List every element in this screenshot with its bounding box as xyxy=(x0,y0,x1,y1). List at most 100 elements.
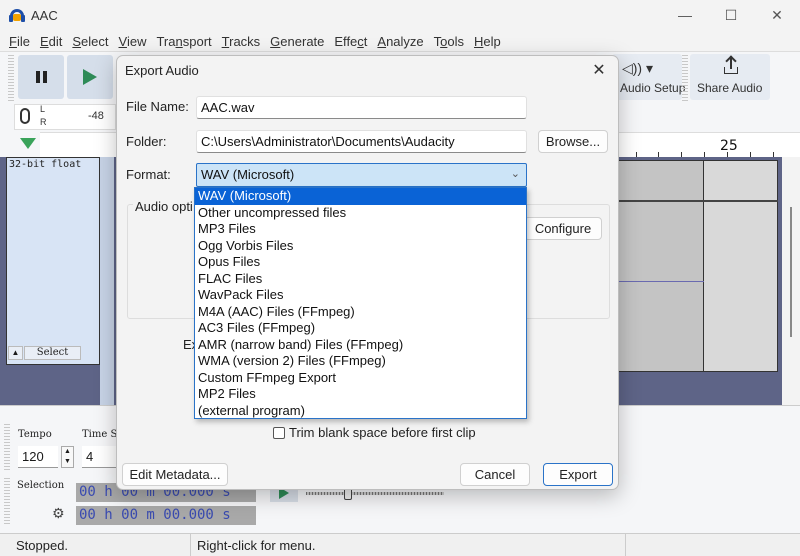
waveform-center-line xyxy=(618,281,704,282)
format-option[interactable]: AC3 Files (FFmpeg) xyxy=(195,320,526,337)
toolbar-grip[interactable] xyxy=(4,478,10,526)
scrollbar-thumb[interactable] xyxy=(790,207,792,337)
menu-item-label: t xyxy=(363,33,368,49)
timeline-options-icon[interactable] xyxy=(20,138,36,149)
title-bar: AAC — ☐ ✕ xyxy=(0,0,800,30)
menu-item-label: enerate xyxy=(280,33,325,49)
audio-options-label: Audio opti xyxy=(133,199,195,214)
gear-icon[interactable]: ⚙ xyxy=(52,505,65,522)
format-select[interactable]: WAV (Microsoft) ⌄ xyxy=(196,163,527,187)
file-name-input[interactable] xyxy=(196,96,527,119)
menu-item-label: racks xyxy=(229,33,261,49)
status-divider xyxy=(625,534,626,556)
meter-scale-value: -48 xyxy=(88,110,104,122)
collapse-track-button[interactable]: ▲ xyxy=(8,346,23,360)
format-option[interactable]: Custom FFmpeg Export xyxy=(195,370,526,387)
play-button[interactable] xyxy=(67,55,113,99)
format-option[interactable]: MP2 Files xyxy=(195,386,526,403)
status-bar: Stopped. Right-click for menu. xyxy=(0,533,800,556)
dialog-close-button[interactable]: ✕ xyxy=(588,60,610,82)
play-speed-slider[interactable] xyxy=(306,492,444,495)
menu-item[interactable]: Select xyxy=(67,34,113,49)
audio-setup-label: Audio Setup xyxy=(620,81,686,95)
share-icon xyxy=(724,55,738,74)
format-option[interactable]: WMA (version 2) Files (FFmpeg) xyxy=(195,353,526,370)
format-label: Format: xyxy=(126,167,171,182)
trim-blank-space-checkbox[interactable] xyxy=(273,427,285,439)
pause-icon xyxy=(34,71,48,83)
pause-button[interactable] xyxy=(18,55,64,99)
format-option[interactable]: WavPack Files xyxy=(195,287,526,304)
format-option[interactable]: Other uncompressed files xyxy=(195,205,526,222)
meter-left-label: L xyxy=(40,104,46,114)
menu-item-label: S xyxy=(72,33,82,49)
chevron-down-icon: ⌄ xyxy=(510,168,520,180)
time-signature-label: Time S xyxy=(82,429,118,440)
close-window-button[interactable]: ✕ xyxy=(754,0,800,30)
status-hint: Right-click for menu. xyxy=(197,538,316,553)
maximize-button[interactable]: ☐ xyxy=(708,0,754,30)
track-format-label: 32-bit float xyxy=(9,159,82,170)
format-option[interactable]: FLAC Files xyxy=(195,271,526,288)
status-text: Stopped. xyxy=(16,538,69,553)
tempo-input[interactable]: 120 xyxy=(18,446,58,468)
audio-clip[interactable] xyxy=(618,160,704,372)
menu-item[interactable]: File xyxy=(4,34,35,49)
cancel-button[interactable]: Cancel xyxy=(460,463,530,486)
menu-item-label: T xyxy=(221,33,230,49)
format-option[interactable]: AMR (narrow band) Files (FFmpeg) xyxy=(195,337,526,354)
menu-item[interactable]: Edit xyxy=(35,34,67,49)
menu-item-label: elp xyxy=(483,33,501,49)
track-control-panel[interactable] xyxy=(6,157,100,365)
select-track-button[interactable]: Select xyxy=(24,346,81,360)
menu-item[interactable]: Transport xyxy=(151,34,216,49)
menu-item-label: A xyxy=(377,33,387,49)
minimize-button[interactable]: — xyxy=(662,0,708,30)
menu-item[interactable]: View xyxy=(114,34,152,49)
audio-setup-button[interactable]: ◁)) ▾ Audio Setup xyxy=(612,54,686,100)
vertical-scrollbar[interactable] xyxy=(782,157,800,405)
menu-item-label: V xyxy=(118,33,127,49)
menu-item-label: iew xyxy=(126,33,147,49)
menu-item-label: sport xyxy=(182,33,212,49)
format-option[interactable]: Opus Files xyxy=(195,254,526,271)
browse-button[interactable]: Browse... xyxy=(538,130,608,153)
microphone-icon[interactable] xyxy=(20,108,30,124)
menu-item-label: F xyxy=(9,33,17,49)
folder-input[interactable] xyxy=(196,130,527,153)
toolbar-grip[interactable] xyxy=(4,424,10,472)
dialog-title: Export Audio xyxy=(125,63,199,78)
menu-item[interactable]: Analyze xyxy=(372,34,428,49)
toolbar-grip[interactable] xyxy=(682,55,688,101)
menu-item[interactable]: Tools xyxy=(429,34,469,49)
edit-metadata-button[interactable]: Edit Metadata... xyxy=(122,463,228,486)
window-title: AAC xyxy=(31,7,58,23)
format-option[interactable]: WAV (Microsoft) xyxy=(195,188,526,205)
menu-item-label: elect xyxy=(81,33,109,49)
format-option[interactable]: (external program) xyxy=(195,403,526,420)
menu-item-label: Effe xyxy=(334,33,358,49)
share-audio-button[interactable]: Share Audio xyxy=(690,54,770,100)
menu-item[interactable]: Help xyxy=(469,34,506,49)
track-vertical-ruler xyxy=(100,157,114,405)
export-button[interactable]: Export xyxy=(543,463,613,486)
selection-end-time[interactable]: 00 h 00 m 00.000 s xyxy=(76,506,256,525)
menu-bar: File Edit Select View Transport Tracks Generat… xyxy=(0,31,506,51)
clip-header-divider xyxy=(618,200,778,202)
format-option[interactable]: Ogg Vorbis Files xyxy=(195,238,526,255)
toolbar-grip[interactable] xyxy=(8,55,14,101)
menu-item-label: nalyze xyxy=(386,33,424,49)
format-option[interactable]: M4A (AAC) Files (FFmpeg) xyxy=(195,304,526,321)
tempo-stepper[interactable]: ▲ ▼ xyxy=(61,446,74,468)
menu-item[interactable]: Tracks xyxy=(217,34,266,49)
format-option[interactable]: MP3 Files xyxy=(195,221,526,238)
selection-label: Selection xyxy=(17,480,65,491)
menu-item[interactable]: Effect xyxy=(329,34,372,49)
time-signature-input[interactable]: 4 xyxy=(82,446,116,468)
menu-item-label: H xyxy=(474,33,484,49)
file-name-label: File Name: xyxy=(126,99,189,114)
configure-button[interactable]: Configure xyxy=(524,217,602,240)
trim-blank-space-label[interactable]: Trim blank space before first clip xyxy=(289,425,476,440)
menu-item[interactable]: Generate xyxy=(265,34,329,49)
audio-clip[interactable] xyxy=(704,160,778,372)
